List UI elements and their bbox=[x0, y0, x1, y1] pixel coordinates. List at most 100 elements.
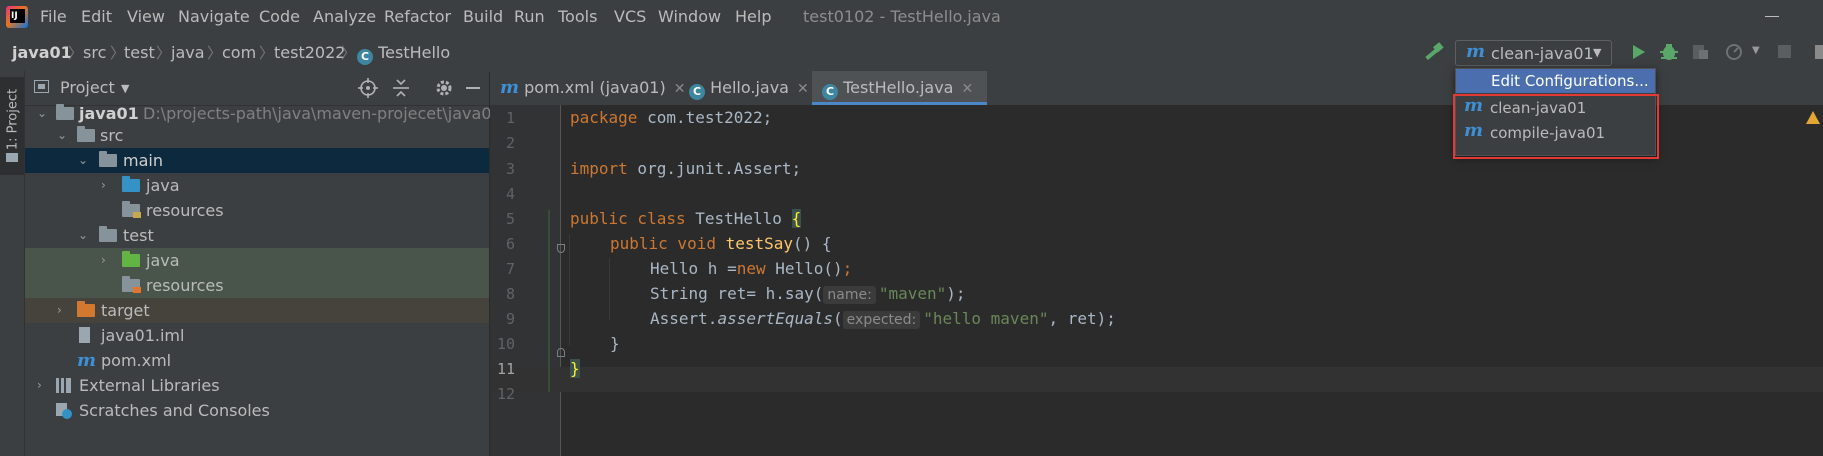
toolbar-overflow-icon[interactable] bbox=[1815, 45, 1823, 59]
stop-icon[interactable] bbox=[1778, 45, 1791, 58]
tree-row-iml[interactable]: java01.iml bbox=[25, 323, 489, 348]
run-with-coverage-icon[interactable] bbox=[1690, 42, 1710, 62]
menu-window[interactable]: Window bbox=[658, 7, 721, 26]
chevron-down-icon[interactable]: ⌄ bbox=[57, 123, 67, 148]
tab-hello-java[interactable]: C Hello.java ✕ bbox=[689, 71, 809, 105]
tree-label: pom.xml bbox=[101, 351, 172, 370]
tree-row-external-libraries[interactable]: › External Libraries bbox=[25, 373, 489, 398]
tree-row-main-java[interactable]: › java bbox=[25, 173, 489, 198]
collapse-all-icon[interactable] bbox=[392, 78, 410, 98]
menu-analyze[interactable]: Analyze bbox=[313, 7, 376, 26]
tree-row-main[interactable]: ⌄ main bbox=[25, 148, 489, 173]
chevron-down-icon[interactable]: ▼ bbox=[1752, 45, 1760, 56]
tree-row-pom[interactable]: m pom.xml bbox=[25, 348, 489, 373]
string-literal: "hello maven" bbox=[923, 309, 1049, 328]
gear-icon[interactable] bbox=[434, 78, 454, 98]
folder-icon bbox=[6, 153, 18, 162]
tree-row-test[interactable]: ⌄ test bbox=[25, 223, 489, 248]
excluded-folder-icon bbox=[77, 301, 95, 317]
breadcrumb-com[interactable]: com bbox=[222, 43, 256, 62]
code-line-9: Assert.assertEquals(expected: "hello mave… bbox=[650, 309, 1116, 329]
tab-testhello-java[interactable]: C TestHello.java ✕ bbox=[812, 71, 988, 105]
edit-configurations-item[interactable]: Edit Configurations... bbox=[1456, 69, 1655, 93]
class-icon: C bbox=[689, 84, 705, 100]
chevron-right-icon[interactable]: › bbox=[37, 373, 42, 398]
code-line-10: } bbox=[610, 334, 620, 353]
menu-view[interactable]: View bbox=[127, 7, 165, 26]
code-line-11: } bbox=[570, 359, 580, 378]
tab-label: pom.xml (java01) bbox=[524, 78, 666, 97]
line-number: 9 bbox=[505, 310, 515, 328]
code-text: String ret= h.say( bbox=[650, 284, 824, 303]
code-text: ); bbox=[946, 284, 966, 303]
line-number: 1 bbox=[505, 109, 515, 127]
menu-bar: File Edit View Navigate Code Analyze Ref… bbox=[0, 0, 1823, 34]
static-method-name: assertEquals bbox=[717, 309, 834, 328]
menu-navigate[interactable]: Navigate bbox=[178, 7, 250, 26]
fold-icon[interactable] bbox=[557, 244, 565, 253]
chevron-right-icon[interactable]: › bbox=[57, 298, 62, 323]
warning-icon[interactable] bbox=[1806, 111, 1820, 124]
tree-row-scratches[interactable]: Scratches and Consoles bbox=[25, 398, 489, 423]
chevron-down-icon[interactable]: ▼ bbox=[121, 82, 129, 95]
run-icon[interactable] bbox=[1631, 44, 1647, 60]
close-icon[interactable]: ✕ bbox=[961, 81, 973, 97]
breadcrumb-java01[interactable]: java01 bbox=[12, 43, 72, 62]
project-pane: Project ▼ ⌄ java01 D:\projects-path\java… bbox=[25, 71, 502, 456]
breadcrumb-src[interactable]: src bbox=[83, 43, 106, 62]
navigation-bar: java01 〉 src 〉 test 〉 java 〉 com 〉 test2… bbox=[0, 34, 1823, 72]
code-line-3: import org.junit.Assert; bbox=[570, 159, 801, 178]
caret-line-highlight bbox=[490, 367, 1823, 392]
tab-pom-xml[interactable]: m pom.xml (java01) ✕ bbox=[500, 71, 685, 105]
tree-row-test-resources[interactable]: resources bbox=[25, 273, 489, 298]
code-text: com.test2022; bbox=[637, 108, 773, 127]
keyword: public class bbox=[570, 209, 696, 228]
code-line-8: String ret= h.say(name: "maven"); bbox=[650, 284, 966, 304]
run-configuration-selector[interactable]: m clean-java01 ▼ bbox=[1455, 40, 1612, 66]
menu-edit[interactable]: Edit bbox=[81, 7, 112, 26]
project-pane-title[interactable]: Project bbox=[60, 78, 115, 97]
close-icon[interactable]: ✕ bbox=[797, 81, 809, 97]
chevron-down-icon[interactable]: ⌄ bbox=[78, 148, 88, 173]
chevron-down-icon[interactable]: ⌄ bbox=[78, 223, 88, 248]
library-icon bbox=[56, 378, 71, 393]
tree-label: src bbox=[100, 126, 124, 145]
menu-vcs[interactable]: VCS bbox=[614, 7, 646, 26]
breadcrumb-separator: 〉 bbox=[68, 44, 84, 62]
menu-file[interactable]: File bbox=[40, 7, 67, 26]
menu-code[interactable]: Code bbox=[259, 7, 300, 26]
tree-row-test-java[interactable]: › java bbox=[25, 248, 489, 273]
project-tool-tab[interactable]: 1: Project bbox=[0, 77, 24, 175]
maven-icon: m bbox=[77, 350, 97, 371]
menu-refactor[interactable]: Refactor bbox=[384, 7, 451, 26]
profiler-icon[interactable] bbox=[1725, 42, 1747, 62]
breadcrumb-test2022[interactable]: test2022 bbox=[274, 43, 345, 62]
tree-row-src[interactable]: ⌄ src bbox=[25, 123, 489, 148]
minimize-icon[interactable] bbox=[1765, 16, 1779, 17]
chevron-right-icon[interactable]: › bbox=[101, 248, 106, 273]
editor-gutter bbox=[490, 105, 561, 456]
code-text: ( bbox=[833, 309, 843, 328]
menu-run[interactable]: Run bbox=[514, 7, 545, 26]
locate-icon[interactable] bbox=[358, 78, 378, 98]
module-folder-icon bbox=[56, 104, 74, 120]
fold-icon[interactable] bbox=[557, 348, 565, 357]
change-marker bbox=[548, 210, 550, 392]
close-icon[interactable]: ✕ bbox=[674, 81, 686, 97]
hide-icon[interactable] bbox=[466, 87, 480, 89]
breadcrumb-testhello[interactable]: C TestHello bbox=[357, 43, 450, 65]
breadcrumb-java[interactable]: java bbox=[171, 43, 205, 62]
debug-icon[interactable] bbox=[1659, 42, 1679, 62]
code-text: Hello() bbox=[765, 259, 843, 278]
build-hammer-icon[interactable] bbox=[1423, 42, 1445, 62]
menu-help[interactable]: Help bbox=[735, 7, 771, 26]
tree-row-main-resources[interactable]: resources bbox=[25, 198, 489, 223]
chevron-right-icon[interactable]: › bbox=[101, 173, 106, 198]
menu-tools[interactable]: Tools bbox=[558, 7, 597, 26]
breadcrumb-test[interactable]: test bbox=[124, 43, 155, 62]
tree-row-target[interactable]: › target bbox=[25, 298, 489, 323]
code-text: } bbox=[610, 334, 620, 353]
line-number: 8 bbox=[505, 285, 515, 303]
menu-build[interactable]: Build bbox=[463, 7, 503, 26]
resources-badge-icon bbox=[133, 212, 141, 218]
